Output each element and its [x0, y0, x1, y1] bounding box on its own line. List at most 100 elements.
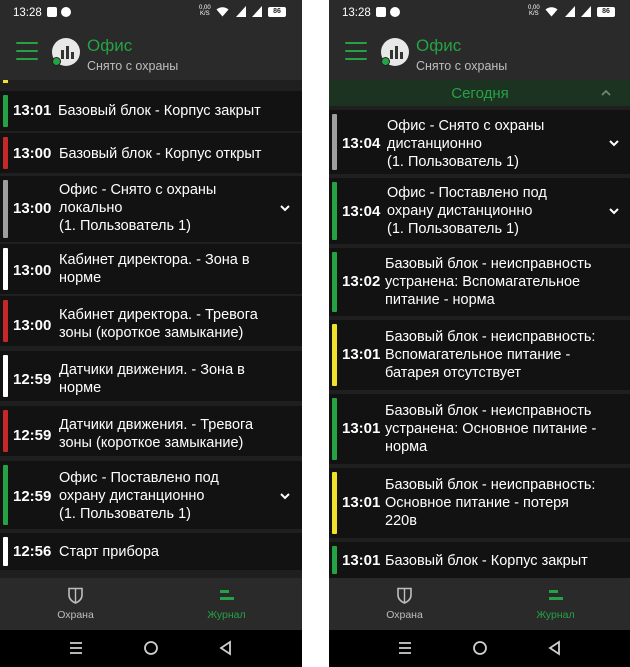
status-time: 13:28	[342, 7, 371, 19]
event-stripe-partial	[3, 80, 8, 83]
menu-icon[interactable]	[345, 42, 367, 60]
event-list: 13:01 Базовый блок - Корпус закрыт 13:00…	[0, 80, 302, 578]
event-text: Кабинет директора. - Зона в норме	[59, 252, 250, 286]
app-logo	[52, 38, 80, 66]
section-label: Сегодня	[451, 85, 509, 102]
event-row[interactable]: 13:02 Базовый блок - неисправность устра…	[329, 248, 630, 316]
back-icon[interactable]	[547, 640, 563, 656]
event-row[interactable]: 13:01 Базовый блок - Корпус закрыт	[329, 542, 630, 578]
event-time: 13:01	[342, 346, 381, 363]
event-row[interactable]: 13:00 Кабинет директора. - Зона в норме	[0, 244, 302, 294]
menu-icon[interactable]	[16, 42, 38, 60]
shield-icon	[397, 587, 412, 604]
event-time: 13:04	[342, 203, 381, 220]
event-row[interactable]: 13:01 Базовый блок - неисправность устра…	[329, 394, 630, 464]
event-row[interactable]: 13:00 Базовый блок - Корпус открыт	[0, 133, 302, 173]
network-speed: 0,00 K/S	[199, 5, 211, 17]
event-row[interactable]: 13:04 Офис - Поставлено под охрану диста…	[329, 178, 630, 244]
event-time: 13:01	[342, 494, 381, 511]
event-row[interactable]: 13:01 Базовый блок - неисправность: Вспо…	[329, 320, 630, 390]
battery-icon: 86	[597, 7, 615, 17]
event-row[interactable]: 13:01 Базовый блок - Корпус закрыт	[0, 91, 302, 131]
event-row[interactable]: 13:01 Базовый блок - неисправность: Осно…	[329, 468, 630, 538]
event-row[interactable]: 13:00 Офис - Снято с охраны локально (1.…	[0, 176, 302, 242]
event-list: 13:04 Офис - Снято с охраны дистанционно…	[329, 108, 630, 578]
chevron-down-icon[interactable]	[280, 203, 290, 213]
event-time: 13:01	[13, 102, 52, 119]
event-row[interactable]: 12:59 Датчики движения. - Зона в норме	[0, 351, 302, 401]
bottom-nav: Охрана Журнал	[329, 578, 630, 630]
wifi-icon	[545, 7, 558, 17]
journal-icon	[220, 590, 234, 600]
nav-tab-security[interactable]: Охрана	[329, 578, 480, 630]
system-nav-bar	[329, 630, 630, 667]
signal-icon	[252, 6, 262, 17]
event-time: 13:01	[342, 420, 381, 437]
nav-tab-security[interactable]: Охрана	[0, 578, 151, 630]
signal-icon	[581, 6, 591, 17]
nav-label: Охрана	[57, 609, 94, 621]
event-stripe	[332, 114, 337, 170]
event-time: 13:00	[13, 200, 52, 217]
page-subtitle: Снято с охраны	[416, 59, 508, 73]
event-time: 13:00	[13, 317, 52, 334]
status-bar: 13:28 0,00 K/S 86	[329, 0, 630, 26]
event-time: 13:01	[342, 552, 381, 569]
recent-apps-icon[interactable]	[68, 640, 84, 656]
chevron-up-icon[interactable]	[601, 89, 611, 97]
chevron-down-icon[interactable]	[280, 491, 290, 501]
event-time: 13:02	[342, 273, 381, 290]
messenger-icon	[61, 7, 71, 17]
page-title: Офис	[87, 36, 133, 55]
wifi-icon	[216, 7, 229, 17]
status-bar: 13:28 0,00 K/S 86	[0, 0, 302, 26]
network-speed: 0,00 K/S	[528, 5, 540, 17]
event-text: Базовый блок - Корпус закрыт	[58, 103, 261, 119]
home-icon[interactable]	[472, 640, 488, 656]
nav-tab-journal[interactable]: Журнал	[480, 578, 630, 630]
event-row[interactable]: 13:00 Кабинет директора. - Тревога зоны …	[0, 296, 302, 346]
event-text: Базовый блок - неисправность устранена: …	[385, 256, 592, 308]
event-row[interactable]: 13:04 Офис - Снято с охраны дистанционно…	[329, 110, 630, 174]
event-stripe	[332, 182, 337, 240]
event-stripe	[3, 410, 8, 452]
event-time: 13:00	[13, 145, 52, 162]
bottom-nav: Охрана Журнал	[0, 578, 302, 630]
event-text: Базовый блок - неисправность устранена: …	[385, 403, 597, 455]
recent-apps-icon[interactable]	[397, 640, 413, 656]
shield-icon	[68, 587, 83, 604]
nav-label: Охрана	[386, 609, 423, 621]
event-stripe	[332, 398, 337, 460]
event-row[interactable]: 12:56 Старт прибора	[0, 533, 302, 570]
event-row[interactable]: 12:59 Офис - Поставлено под охрану диста…	[0, 461, 302, 529]
event-stripe	[332, 546, 337, 574]
event-row[interactable]: 12:59 Датчики движения. - Тревога зоны (…	[0, 406, 302, 456]
notification-icon	[47, 7, 57, 17]
event-text: Датчики движения. - Тревога зоны (коротк…	[59, 417, 254, 451]
home-icon[interactable]	[143, 640, 159, 656]
event-time: 12:59	[13, 371, 52, 388]
event-stripe	[3, 95, 8, 127]
event-text: Датчики движения. - Зона в норме	[59, 362, 245, 396]
app-logo	[381, 38, 409, 66]
journal-icon	[549, 590, 563, 600]
event-stripe	[3, 137, 8, 169]
page-title: Офис	[416, 36, 462, 55]
section-header-today[interactable]: Сегодня	[329, 80, 630, 106]
event-time: 13:00	[13, 262, 52, 279]
nav-tab-journal[interactable]: Журнал	[151, 578, 302, 630]
status-time: 13:28	[13, 7, 42, 19]
event-text: Офис - Поставлено под охрану дистанционн…	[59, 470, 219, 522]
event-time: 12:59	[13, 427, 52, 444]
event-stripe	[332, 252, 337, 312]
event-text: Офис - Поставлено под охрану дистанционн…	[387, 185, 547, 237]
phone-screen-left: 13:28 0,00 K/S 86 Офис Снято с охраны 13…	[0, 0, 302, 667]
event-text: Старт прибора	[59, 544, 159, 560]
page-subtitle: Снято с охраны	[87, 59, 179, 73]
chevron-down-icon[interactable]	[609, 206, 619, 216]
event-text: Офис - Снято с охраны дистанционно (1. П…	[387, 118, 545, 170]
event-text: Офис - Снято с охраны локально (1. Польз…	[59, 182, 217, 234]
chevron-down-icon[interactable]	[609, 138, 619, 148]
back-icon[interactable]	[218, 640, 234, 656]
event-stripe	[3, 537, 8, 566]
